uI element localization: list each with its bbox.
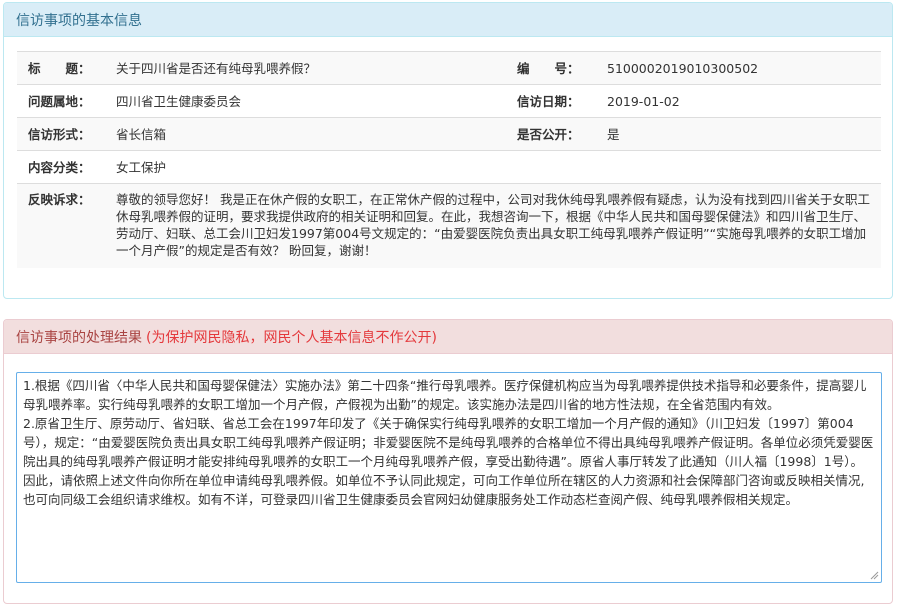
result-panel: 信访事项的处理结果 (为保护网民隐私，网民个人基本信息不作公开) 1.根据《四川… (3, 319, 893, 604)
number-value: 5100002019010300502 (596, 51, 881, 85)
location-value: 四川省卫生健康委员会 (105, 84, 506, 118)
category-value: 女工保护 (105, 150, 881, 184)
category-label: 内容分类： (17, 150, 105, 184)
privacy-note: (为保护网民隐私，网民个人基本信息不作公开) (146, 329, 437, 346)
result-paragraph-1: 1.根据《四川省〈中华人民共和国母婴保健法〉实施办法》第二十四条“推行母乳喂养。… (23, 378, 867, 412)
form-value: 省长信箱 (105, 117, 506, 151)
info-row-appeal: 反映诉求： 尊敬的领导您好！ 我是正在休产假的女职工，在正常休产假的过程中，公司… (17, 183, 881, 268)
public-value: 是 (596, 117, 881, 151)
basic-info-title: 信访事项的基本信息 (16, 12, 142, 29)
appeal-label: 反映诉求： (17, 183, 105, 268)
title-value: 关于四川省是否还有纯母乳喂养假？ (105, 51, 506, 85)
result-textarea[interactable]: 1.根据《四川省〈中华人民共和国母婴保健法〉实施办法》第二十四条“推行母乳喂养。… (16, 372, 882, 583)
basic-info-heading: 信访事项的基本信息 (4, 3, 892, 37)
basic-info-panel: 信访事项的基本信息 标 题： 关于四川省是否还有纯母乳喂养假？ 编 号： 510… (3, 2, 893, 299)
info-row-form: 信访形式： 省长信箱 是否公开： 是 (17, 117, 881, 151)
result-heading: 信访事项的处理结果 (为保护网民隐私，网民个人基本信息不作公开) (4, 320, 892, 354)
info-row-category: 内容分类： 女工保护 (17, 150, 881, 184)
info-row-title: 标 题： 关于四川省是否还有纯母乳喂养假？ 编 号： 5100002019010… (17, 51, 881, 85)
date-label: 信访日期： (506, 84, 596, 118)
result-paragraph-2: 2.原省卫生厅、原劳动厅、省妇联、省总工会在1997年印发了《关于确保实行纯母乳… (23, 416, 874, 469)
appeal-value: 尊敬的领导您好！ 我是正在休产假的女职工，在正常休产假的过程中，公司对我休纯母乳… (105, 183, 881, 268)
public-label: 是否公开： (506, 117, 596, 151)
title-label: 标 题： (17, 51, 105, 85)
info-row-location: 问题属地： 四川省卫生健康委员会 信访日期： 2019-01-02 (17, 84, 881, 118)
result-title: 信访事项的处理结果 (16, 329, 142, 346)
result-paragraph-3: 因此，请依照上述文件向你所在单位申请纯母乳喂养假。如单位不予认同此规定，可向工作… (23, 473, 865, 507)
location-label: 问题属地： (17, 84, 105, 118)
form-label: 信访形式： (17, 117, 105, 151)
resize-grip-icon[interactable] (870, 571, 879, 580)
date-value: 2019-01-02 (596, 84, 881, 118)
number-label: 编 号： (506, 51, 596, 85)
basic-info-table: 标 题： 关于四川省是否还有纯母乳喂养假？ 编 号： 5100002019010… (17, 51, 881, 268)
